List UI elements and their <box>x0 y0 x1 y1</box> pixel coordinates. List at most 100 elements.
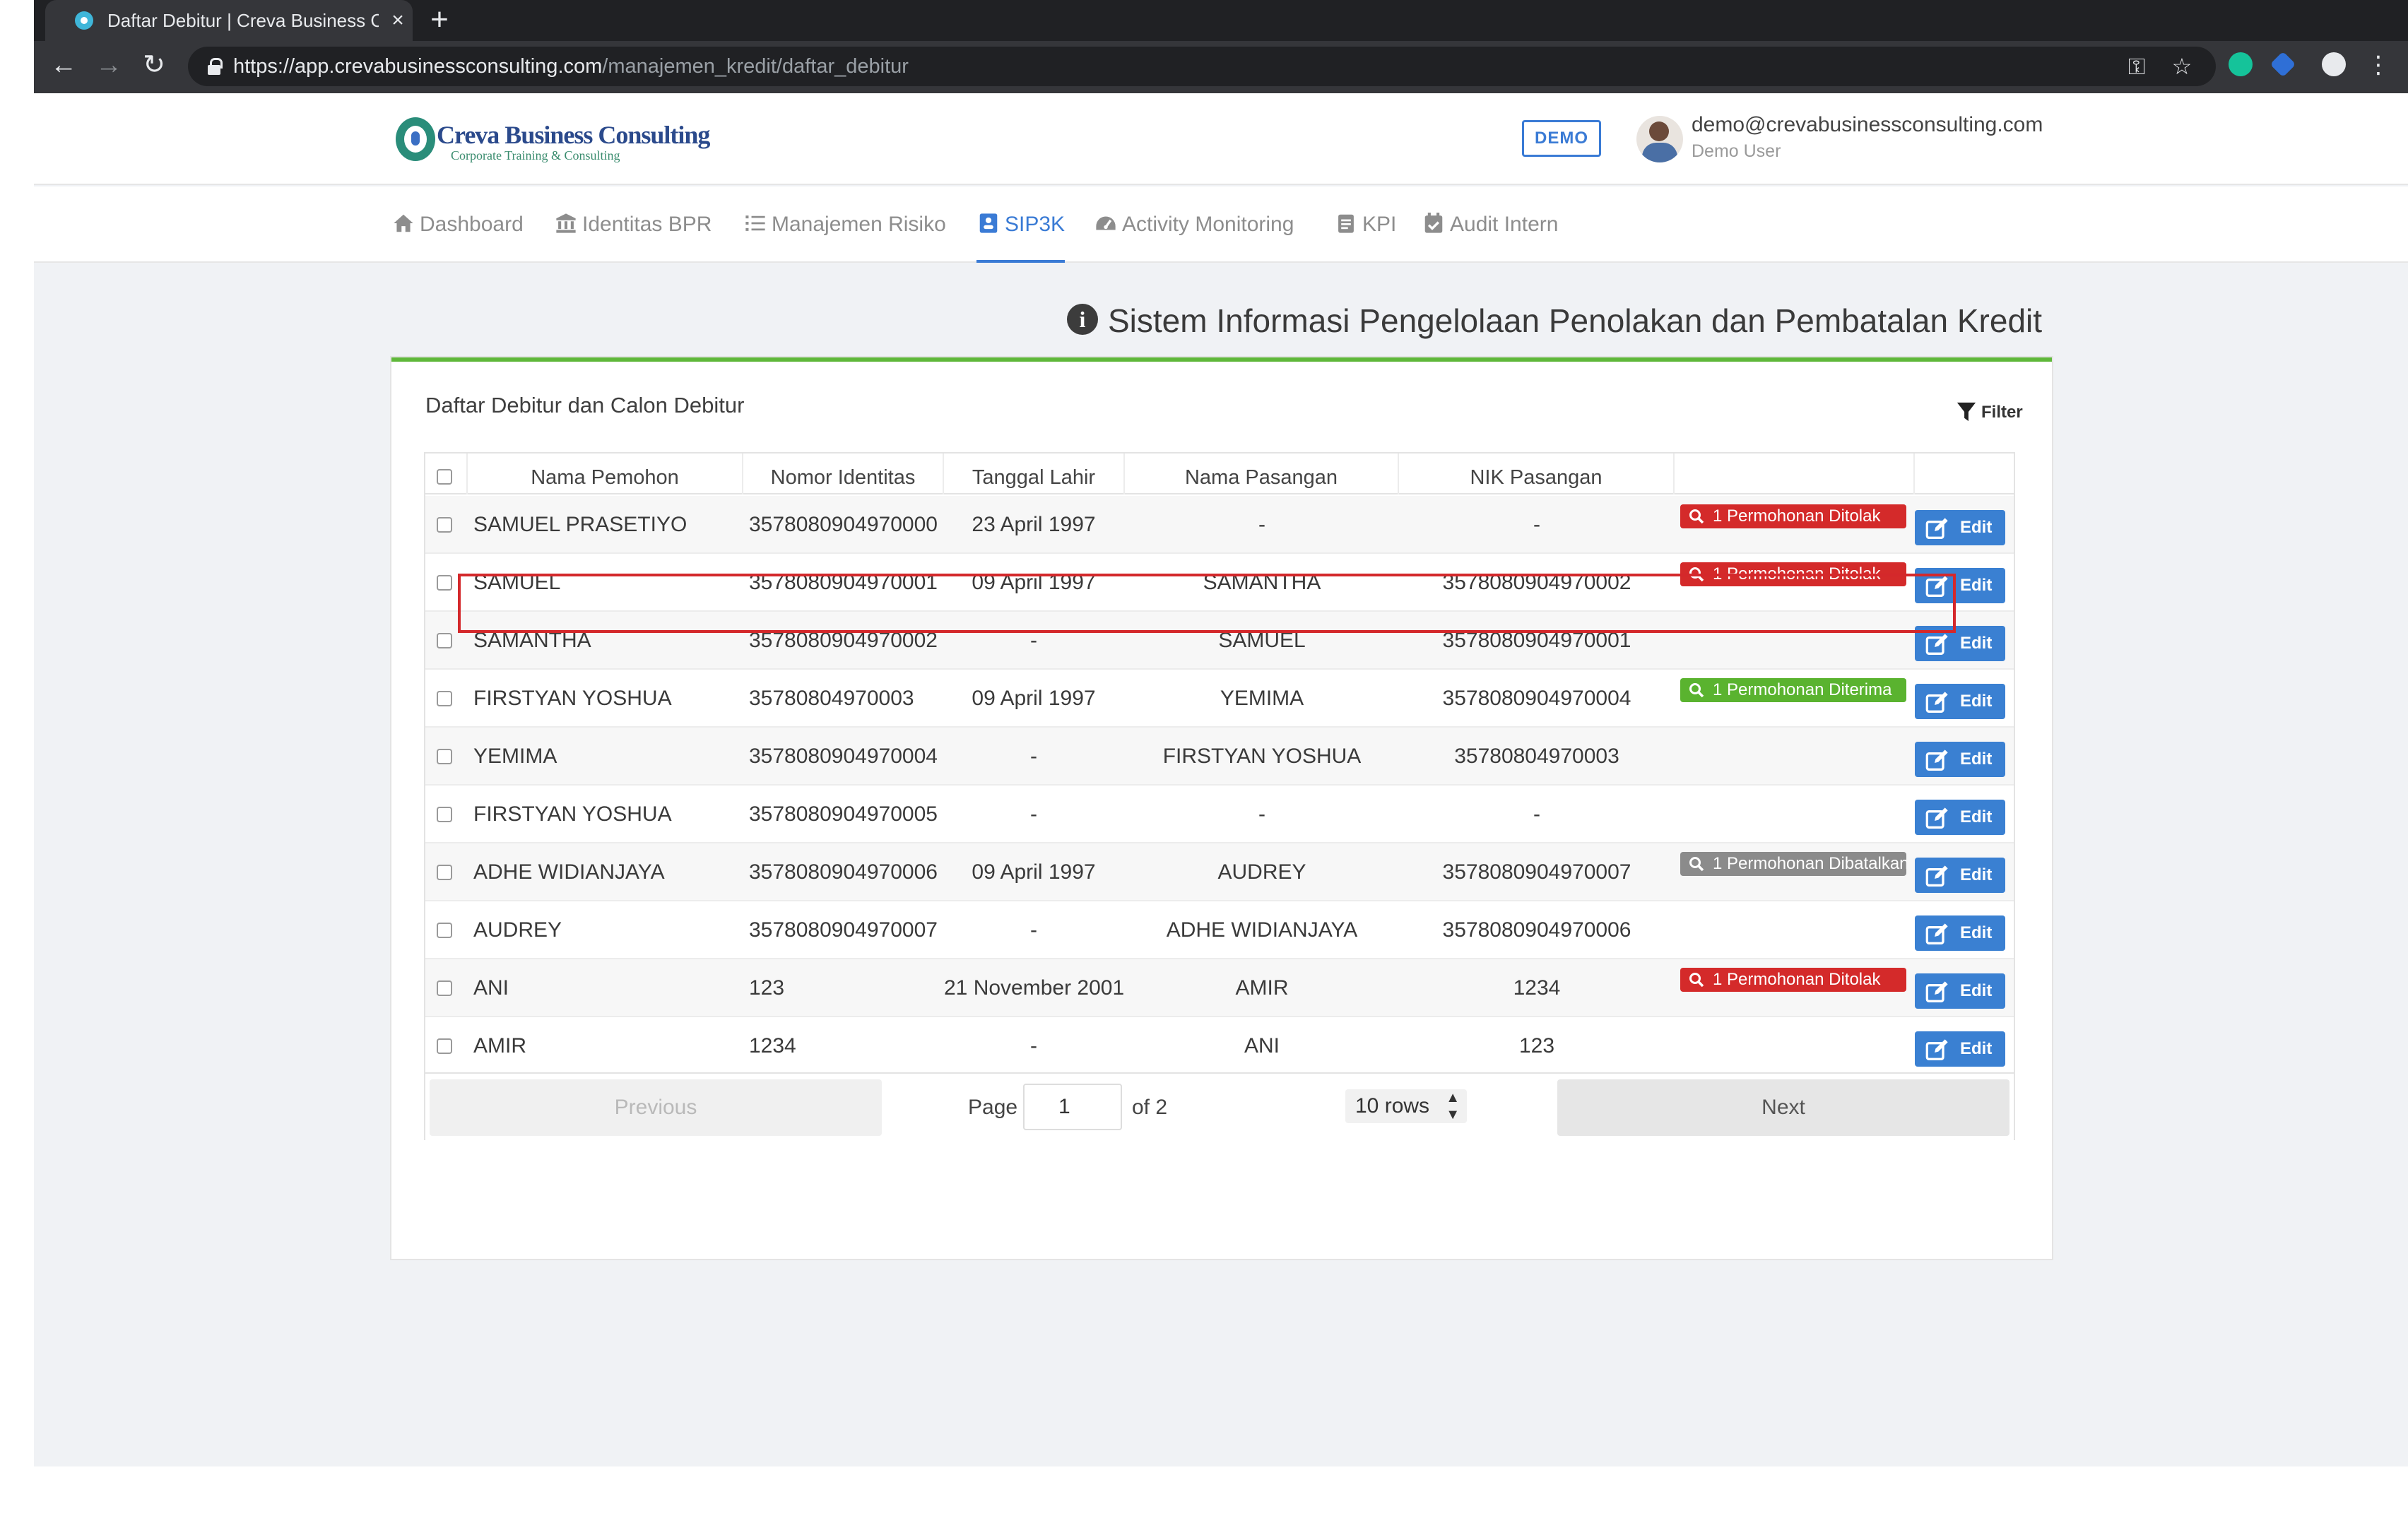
cell-nama-pasangan: AMIR <box>1235 976 1289 1000</box>
status-badge[interactable]: 1 Permohonan Ditolak <box>1680 504 1906 528</box>
cell-nama-pemohon: AUDREY <box>473 918 562 942</box>
cell-nama-pemohon: FIRSTYAN YOSHUA <box>473 802 672 826</box>
status-text: 1 Permohonan Dibatalkan <box>1713 854 1906 873</box>
bookmark-star-icon[interactable]: ☆ <box>2169 54 2195 79</box>
row-checkbox[interactable] <box>437 517 452 533</box>
edit-button[interactable]: Edit <box>1915 973 2005 1009</box>
edit-label: Edit <box>1960 981 1993 1000</box>
filter-button[interactable]: Filter <box>1956 398 2023 427</box>
table-row[interactable]: SAMUEL PRASETIYO 3578080904970000 23 April… <box>425 496 2014 554</box>
page-number-input[interactable]: 1 <box>1023 1084 1122 1130</box>
back-button[interactable]: ← <box>48 49 79 81</box>
id-card-icon <box>979 213 998 233</box>
col-nama-pasangan[interactable]: Nama Pasangan <box>1125 454 1399 494</box>
url-text[interactable]: https://app.crevabusinessconsulting.com/… <box>233 54 909 79</box>
row-checkbox[interactable] <box>437 980 452 996</box>
forward-button[interactable]: → <box>93 49 124 81</box>
table-row[interactable]: FIRSTYAN YOSHUA 35780804970003 09 April 19… <box>425 670 2014 728</box>
col-nomor-identitas[interactable]: Nomor Identitas <box>743 454 944 494</box>
edit-button[interactable]: Edit <box>1915 684 2005 719</box>
table-row[interactable]: ADHE WIDIANJAYA 3578080904970006 09 April … <box>425 843 2014 901</box>
col-tanggal-lahir[interactable]: Tanggal Lahir <box>944 454 1125 494</box>
main-nav: Dashboard Identitas BPR Manajemen Risiko… <box>34 186 2408 263</box>
row-checkbox[interactable] <box>437 691 452 706</box>
close-tab-icon[interactable]: × <box>386 7 410 34</box>
nav-sip3k[interactable]: SIP3K <box>976 186 1066 263</box>
extension-icon[interactable] <box>2270 51 2296 78</box>
cell-nomor-identitas: 3578080904970000 <box>749 513 938 536</box>
edit-label: Edit <box>1960 576 1993 595</box>
nav-audit-intern[interactable]: Audit Intern <box>1422 186 1558 263</box>
cell-tanggal-lahir: 23 April 1997 <box>972 513 1096 536</box>
logo-tagline: Corporate Training & Consulting <box>451 148 620 162</box>
table-row[interactable]: YEMIMA 3578080904970004 - FIRSTYAN YOSHUA 35… <box>425 728 2014 786</box>
clipboard-icon <box>1338 214 1354 233</box>
nav-kpi[interactable]: KPI <box>1334 186 1396 263</box>
nav-manajemen-risiko[interactable]: Manajemen Risiko <box>743 186 946 263</box>
filter-icon <box>1956 402 1976 422</box>
site-favicon-icon <box>75 11 93 30</box>
browser-tab[interactable]: Daftar Debitur | Creva Business Consulti… <box>45 0 413 41</box>
row-checkbox[interactable] <box>437 923 452 938</box>
cell-tanggal-lahir: 21 November 2001 <box>944 976 1123 1000</box>
page-total: of 2 <box>1132 1096 1168 1119</box>
nav-dashboard[interactable]: Dashboard <box>391 186 524 263</box>
select-all-checkbox[interactable] <box>437 469 452 485</box>
menu-kebab-icon[interactable]: ⋮ <box>2363 49 2394 81</box>
new-tab-button[interactable]: + <box>424 4 455 35</box>
cell-nomor-identitas: 3578080904970007 <box>749 918 938 942</box>
filter-label: Filter <box>1981 403 2023 422</box>
col-status <box>1675 454 1915 494</box>
nav-identitas-bpr[interactable]: Identitas BPR <box>554 186 712 263</box>
reload-button[interactable]: ↻ <box>138 49 170 81</box>
browser-window: Daftar Debitur | Creva Business Consulti… <box>34 0 2408 93</box>
row-checkbox[interactable] <box>437 575 452 591</box>
row-checkbox[interactable] <box>437 1038 452 1054</box>
user-email[interactable]: demo@crevabusinessconsulting.com <box>1692 113 2043 137</box>
col-nik-pasangan[interactable]: NIK Pasangan <box>1399 454 1675 494</box>
profile-icon[interactable] <box>2322 52 2346 76</box>
edit-button[interactable]: Edit <box>1915 742 2005 777</box>
cell-nama-pemohon: FIRSTYAN YOSHUA <box>473 687 672 710</box>
table-row[interactable]: AMIR 1234 - ANI 123 Edit <box>425 1017 2014 1075</box>
edit-button[interactable]: Edit <box>1915 800 2005 835</box>
edit-button[interactable]: Edit <box>1915 1031 2005 1067</box>
cell-nama-pemohon: AMIR <box>473 1034 526 1057</box>
cell-nama-pasangan: AUDREY <box>1217 860 1306 884</box>
status-badge[interactable]: 1 Permohonan Diterima <box>1680 678 1906 702</box>
row-checkbox[interactable] <box>437 865 452 880</box>
next-button[interactable]: Next <box>1557 1079 2009 1136</box>
table-row[interactable]: ANI 123 21 November 2001 AMIR 1234 1 Permohon… <box>425 959 2014 1017</box>
table-row[interactable]: AUDREY 3578080904970007 - ADHE WIDIANJAYA 35… <box>425 901 2014 959</box>
status-badge[interactable]: 1 Permohonan Dibatalkan <box>1680 852 1906 876</box>
grammarly-extension-icon[interactable] <box>2229 52 2253 76</box>
edit-icon <box>1925 1039 1948 1060</box>
rows-per-page-select[interactable]: 10 rows ▲ ▼ <box>1345 1089 1467 1123</box>
key-icon[interactable]: ⚿ <box>2124 54 2149 79</box>
nav-label: Activity Monitoring <box>1122 213 1294 236</box>
edit-button[interactable]: Edit <box>1915 858 2005 893</box>
cell-nik-pasangan: 3578080904970006 <box>1442 918 1631 942</box>
edit-icon <box>1925 981 1948 1002</box>
previous-button[interactable]: Previous <box>430 1079 882 1136</box>
demo-badge: DEMO <box>1522 120 1601 157</box>
address-bar[interactable]: https://app.crevabusinessconsulting.com/… <box>188 47 2216 86</box>
search-icon <box>1689 973 1704 988</box>
edit-button[interactable]: Edit <box>1915 915 2005 951</box>
status-badge[interactable]: 1 Permohonan Ditolak <box>1680 968 1906 992</box>
logo-name[interactable]: Creva Business Consulting <box>437 120 710 150</box>
edit-button[interactable]: Edit <box>1915 510 2005 545</box>
row-checkbox[interactable] <box>437 749 452 764</box>
user-avatar[interactable] <box>1636 116 1683 162</box>
nav-activity-monitoring[interactable]: Activity Monitoring <box>1094 186 1294 263</box>
table-row[interactable]: FIRSTYAN YOSHUA 3578080904970005 - - - Edit <box>425 786 2014 843</box>
table-header: Nama Pemohon Nomor Identitas Tanggal Lah… <box>425 454 2014 494</box>
site-header: Creva Business Consulting Corporate Trai… <box>34 93 2408 185</box>
cell-nik-pasangan: 35780804970003 <box>1454 745 1619 768</box>
card-title: Daftar Debitur dan Calon Debitur <box>425 393 745 417</box>
creva-logo-icon[interactable] <box>396 117 435 161</box>
status-text: 1 Permohonan Ditolak <box>1713 970 1881 989</box>
row-checkbox[interactable] <box>437 807 452 822</box>
row-checkbox[interactable] <box>437 633 452 648</box>
col-nama-pemohon[interactable]: Nama Pemohon <box>468 454 743 494</box>
